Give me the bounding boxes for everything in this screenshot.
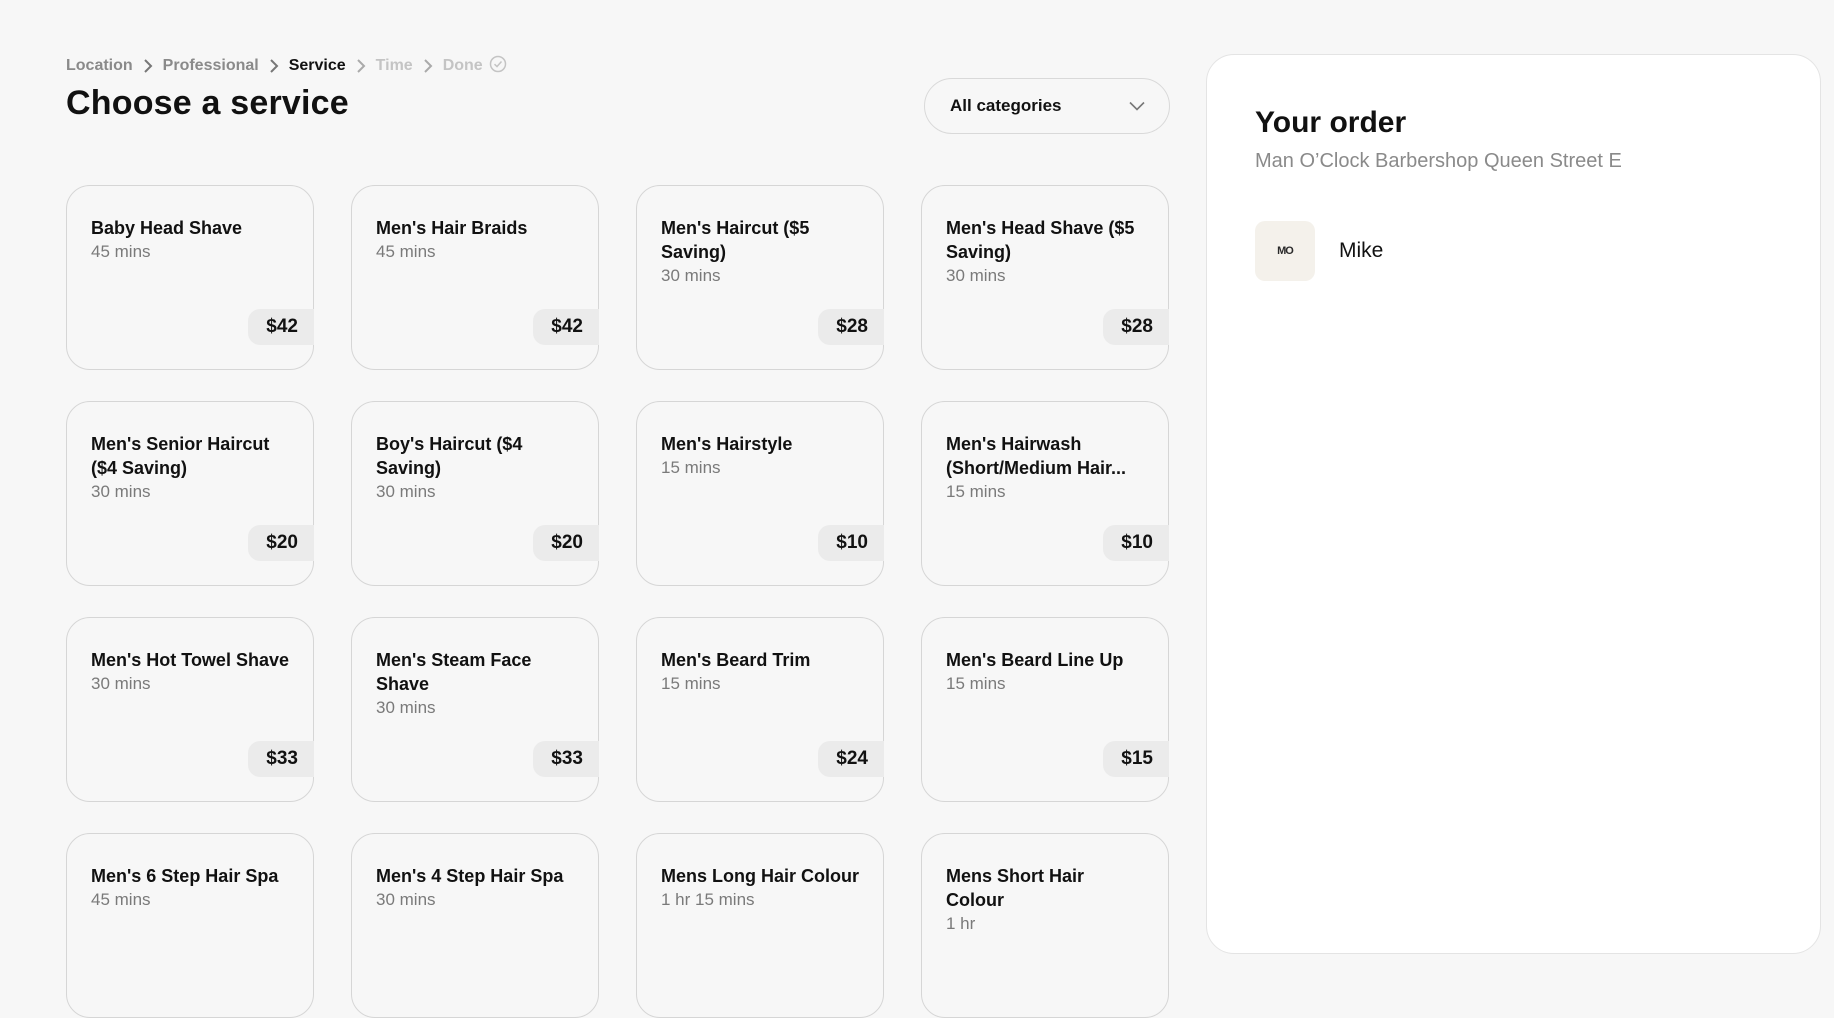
selected-professional: MO Mike bbox=[1255, 221, 1772, 281]
service-price: $28 bbox=[1103, 309, 1169, 345]
service-card[interactable]: Baby Head Shave 45 mins $42 bbox=[66, 185, 314, 370]
breadcrumb-professional[interactable]: Professional bbox=[163, 57, 259, 75]
page-title: Choose a service bbox=[66, 84, 349, 122]
service-price: $24 bbox=[818, 741, 884, 777]
service-price: $20 bbox=[248, 525, 314, 561]
service-name: Men's Hot Towel Shave bbox=[91, 650, 289, 670]
chevron-right-icon bbox=[133, 57, 163, 75]
service-card[interactable]: Men's Haircut ($5 Saving) 30 mins $28 bbox=[636, 185, 884, 370]
service-price: $15 bbox=[1103, 741, 1169, 777]
service-name: Mens Short Hair Colour bbox=[946, 866, 1085, 910]
order-title: Your order bbox=[1255, 106, 1407, 139]
service-name: Men's Senior Haircut ($4 Saving) bbox=[91, 434, 270, 478]
service-price: $10 bbox=[1103, 525, 1169, 561]
service-price: $42 bbox=[533, 309, 599, 345]
service-card[interactable]: Mens Short Hair Colour 1 hr bbox=[921, 833, 1169, 1018]
service-name: Mens Long Hair Colour bbox=[661, 866, 859, 886]
service-duration: 15 mins bbox=[661, 458, 721, 477]
service-card[interactable]: Men's Beard Line Up 15 mins $15 bbox=[921, 617, 1169, 802]
service-card[interactable]: Men's Senior Haircut ($4 Saving) 30 mins $… bbox=[66, 401, 314, 586]
breadcrumb: Location Professional Service Time Done bbox=[66, 55, 507, 78]
service-card[interactable]: Men's Head Shave ($5 Saving) 30 mins $28 bbox=[921, 185, 1169, 370]
service-card[interactable]: Men's Hairwash (Short/Medium Hair... 15 m… bbox=[921, 401, 1169, 586]
service-price: $33 bbox=[248, 741, 314, 777]
service-card[interactable]: Men's 6 Step Hair Spa 45 mins bbox=[66, 833, 314, 1018]
service-duration: 30 mins bbox=[661, 266, 721, 285]
service-name: Men's Hairwash (Short/Medium Hair... bbox=[946, 434, 1127, 478]
service-name: Men's Hairstyle bbox=[661, 434, 793, 454]
breadcrumb-done-wrapper: Done bbox=[443, 55, 507, 78]
service-name: Men's Hair Braids bbox=[376, 218, 528, 238]
check-circle-icon bbox=[489, 55, 507, 78]
service-name: Men's Steam Face Shave bbox=[376, 650, 532, 694]
service-name: Men's Haircut ($5 Saving) bbox=[661, 218, 810, 262]
service-name: Baby Head Shave bbox=[91, 218, 243, 238]
breadcrumb-location[interactable]: Location bbox=[66, 57, 133, 75]
service-name: Men's 4 Step Hair Spa bbox=[376, 866, 564, 886]
category-select-value: All categories bbox=[950, 96, 1062, 115]
category-select[interactable]: All categories bbox=[924, 78, 1170, 134]
service-grid: Baby Head Shave 45 mins $42 Men's Hair Brai… bbox=[66, 185, 1170, 1018]
service-duration: 15 mins bbox=[661, 674, 721, 693]
service-card[interactable]: Men's Hair Braids 45 mins $42 bbox=[351, 185, 599, 370]
service-price: $42 bbox=[248, 309, 314, 345]
service-card[interactable]: Men's Hot Towel Shave 30 mins $33 bbox=[66, 617, 314, 802]
service-card[interactable]: Men's Steam Face Shave 30 mins $33 bbox=[351, 617, 599, 802]
service-duration: 30 mins bbox=[91, 674, 151, 693]
service-card[interactable]: Mens Long Hair Colour 1 hr 15 mins bbox=[636, 833, 884, 1018]
service-duration: 30 mins bbox=[376, 482, 436, 501]
service-name: Men's Beard Trim bbox=[661, 650, 811, 670]
chevron-right-icon bbox=[413, 57, 443, 75]
chevron-right-icon bbox=[259, 57, 289, 75]
service-name: Men's Beard Line Up bbox=[946, 650, 1124, 670]
professional-name: Mike bbox=[1339, 239, 1384, 262]
avatar-logo-text: MO bbox=[1277, 245, 1294, 257]
service-duration: 1 hr 15 mins bbox=[661, 890, 755, 909]
chevron-down-icon bbox=[1129, 96, 1145, 116]
service-duration: 45 mins bbox=[376, 242, 436, 261]
service-duration: 1 hr bbox=[946, 914, 976, 933]
service-duration: 30 mins bbox=[376, 698, 436, 717]
service-duration: 15 mins bbox=[946, 674, 1006, 693]
order-shop-name: Man O’Clock Barbershop Queen Street E bbox=[1255, 150, 1622, 172]
service-price: $10 bbox=[818, 525, 884, 561]
chevron-right-icon bbox=[346, 57, 376, 75]
service-duration: 30 mins bbox=[376, 890, 436, 909]
order-panel: Your order Man O’Clock Barbershop Queen … bbox=[1206, 54, 1821, 954]
breadcrumb-done: Done bbox=[442, 57, 483, 74]
service-price: $33 bbox=[533, 741, 599, 777]
service-card[interactable]: Men's 4 Step Hair Spa 30 mins bbox=[351, 833, 599, 1018]
breadcrumb-service: Service bbox=[288, 57, 346, 74]
service-duration: 45 mins bbox=[91, 890, 151, 909]
service-name: Boy's Haircut ($4 Saving) bbox=[376, 434, 523, 478]
service-name: Men's 6 Step Hair Spa bbox=[91, 866, 279, 886]
avatar: MO bbox=[1255, 221, 1315, 281]
service-price: $20 bbox=[533, 525, 599, 561]
service-duration: 30 mins bbox=[91, 482, 151, 501]
breadcrumb-time: Time bbox=[375, 57, 413, 74]
service-card[interactable]: Men's Hairstyle 15 mins $10 bbox=[636, 401, 884, 586]
service-card[interactable]: Boy's Haircut ($4 Saving) 30 mins $20 bbox=[351, 401, 599, 586]
service-name: Men's Head Shave ($5 Saving) bbox=[946, 218, 1135, 262]
service-card[interactable]: Men's Beard Trim 15 mins $24 bbox=[636, 617, 884, 802]
service-duration: 45 mins bbox=[91, 242, 151, 261]
service-duration: 15 mins bbox=[946, 482, 1006, 501]
service-duration: 30 mins bbox=[946, 266, 1006, 285]
service-price: $28 bbox=[818, 309, 884, 345]
